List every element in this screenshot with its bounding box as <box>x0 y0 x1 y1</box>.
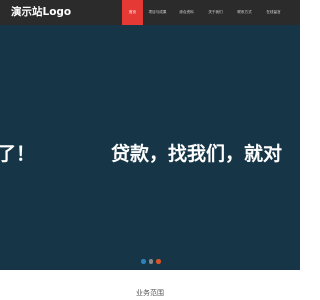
carousel-dot-3[interactable] <box>156 259 161 264</box>
main-nav: 首页 项目与成果 综合资料 关于我们 联系方式 在线留言 <box>122 0 288 25</box>
nav-item-projects[interactable]: 项目与成果 <box>143 0 172 25</box>
nav-item-about[interactable]: 关于我们 <box>201 0 230 25</box>
carousel-dot-1[interactable] <box>141 259 146 264</box>
page: 演示站Logo 首页 项目与成果 综合资料 关于我们 联系方式 在线留言 了！ … <box>0 0 300 300</box>
nav-item-resources[interactable]: 综合资料 <box>172 0 201 25</box>
hero-slide-text-left: 了！ <box>0 143 36 165</box>
nav-item-message[interactable]: 在线留言 <box>259 0 288 25</box>
carousel-dot-2[interactable] <box>148 259 153 264</box>
top-navigation-bar: 演示站Logo 首页 项目与成果 综合资料 关于我们 联系方式 在线留言 <box>0 0 300 25</box>
site-logo[interactable]: 演示站Logo <box>11 4 71 20</box>
nav-item-home[interactable]: 首页 <box>122 0 143 25</box>
section-title: 业务范围 <box>136 289 164 297</box>
hero-carousel: 了！ 贷款，找我们，就对 <box>0 25 300 270</box>
nav-item-contact[interactable]: 联系方式 <box>230 0 259 25</box>
carousel-pagination <box>141 259 161 264</box>
hero-slide-text-right: 贷款，找我们，就对 <box>111 143 283 165</box>
